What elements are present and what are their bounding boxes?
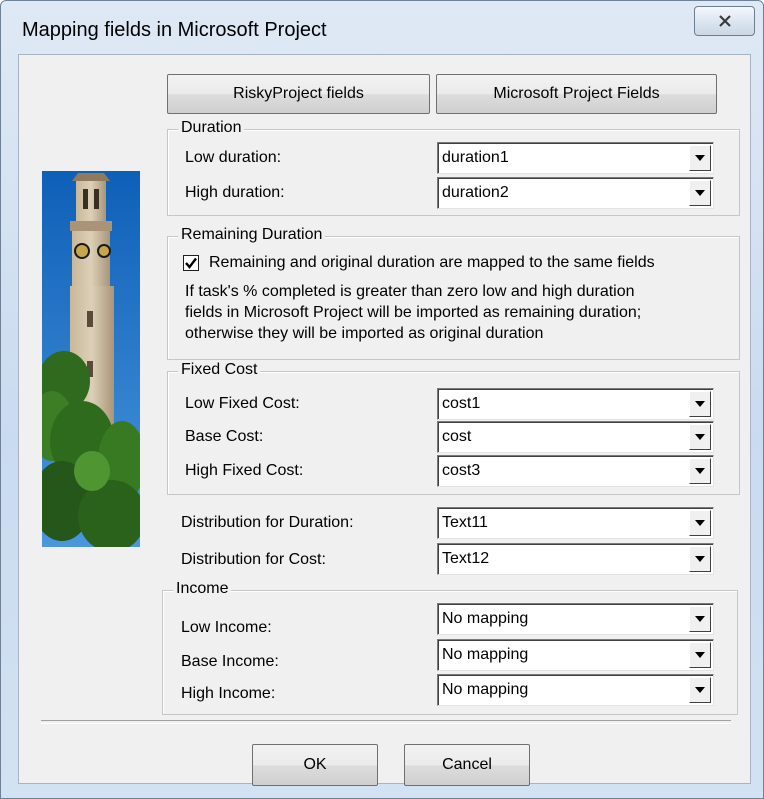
high-duration-select[interactable]: duration2 [437,177,714,209]
duration-group-label: Duration [178,118,245,138]
chevron-down-icon[interactable] [689,642,711,668]
base-income-value: No mapping [442,646,529,663]
chevron-down-icon[interactable] [689,677,711,703]
distribution-cost-label: Distribution for Cost: [181,551,326,568]
income-group-label: Income [173,579,232,599]
high-income-label: High Income: [181,685,276,702]
high-fixed-cost-label: High Fixed Cost: [185,462,304,479]
chevron-down-icon[interactable] [689,546,711,572]
window-title: Mapping fields in Microsoft Project [22,19,327,41]
remaining-duration-note: If task's % completed is greater than ze… [185,281,641,344]
low-duration-select[interactable]: duration1 [437,142,714,174]
low-duration-value: duration1 [442,149,509,166]
low-income-label: Low Income: [181,619,272,636]
base-cost-label: Base Cost: [185,428,264,445]
chevron-down-icon[interactable] [689,510,711,536]
dialog-window: Mapping fields in Microsoft Project Risk… [0,0,764,799]
low-fixed-cost-label: Low Fixed Cost: [185,395,300,412]
low-fixed-cost-select[interactable]: cost1 [437,388,714,420]
low-income-select[interactable]: No mapping [437,603,714,635]
chevron-down-icon[interactable] [689,458,711,484]
high-fixed-cost-value: cost3 [442,462,481,479]
base-income-label: Base Income: [181,653,279,670]
high-income-select[interactable]: No mapping [437,674,714,706]
high-duration-value: duration2 [442,184,509,201]
note-line: If task's % completed is greater than ze… [185,283,635,300]
clock-tower-image [42,171,140,547]
low-duration-label: Low duration: [185,149,282,166]
same-fields-checkbox[interactable] [183,255,199,271]
base-income-select[interactable]: No mapping [437,639,714,671]
high-fixed-cost-select[interactable]: cost3 [437,455,714,487]
distribution-duration-value: Text11 [442,514,488,531]
base-cost-select[interactable]: cost [437,421,714,453]
ok-button[interactable]: OK [252,744,378,786]
base-cost-value: cost [442,428,472,445]
low-income-value: No mapping [442,610,529,627]
low-fixed-cost-value: cost1 [442,395,481,412]
high-duration-label: High duration: [185,184,285,201]
note-line: otherwise they will be imported as origi… [185,325,544,342]
distribution-cost-value: Text12 [442,550,490,567]
high-income-value: No mapping [442,681,529,698]
cancel-button[interactable]: Cancel [404,744,530,786]
remaining-duration-group-label: Remaining Duration [178,225,326,245]
chevron-down-icon[interactable] [689,606,711,632]
distribution-duration-label: Distribution for Duration: [181,514,354,531]
checkmark-icon [185,257,197,269]
chevron-down-icon[interactable] [689,424,711,450]
note-line: fields in Microsoft Project will be impo… [185,304,642,321]
close-icon [718,15,731,27]
footer-separator [41,720,731,724]
distribution-duration-select[interactable]: Text11 [437,507,714,539]
distribution-cost-select[interactable]: Text12 [437,543,714,575]
fixed-cost-group-label: Fixed Cost [178,360,261,380]
riskyproject-fields-header-button[interactable]: RiskyProject fields [167,74,430,114]
chevron-down-icon[interactable] [689,391,711,417]
chevron-down-icon[interactable] [689,180,711,206]
microsoft-project-fields-header-button[interactable]: Microsoft Project Fields [436,74,717,114]
dialog-client-area: RiskyProject fields Microsoft Project Fi… [18,54,751,786]
chevron-down-icon[interactable] [689,145,711,171]
close-button[interactable] [694,6,755,36]
same-fields-checkbox-label[interactable]: Remaining and original duration are mapp… [209,253,655,273]
